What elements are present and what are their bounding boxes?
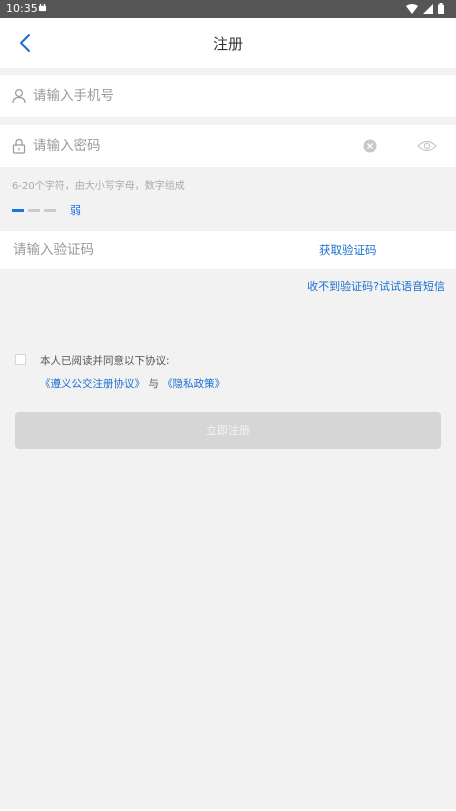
strength-label: 弱	[70, 204, 81, 217]
code-input[interactable]	[13, 231, 293, 269]
agreement-text: 本人已阅读并同意以下协议:	[40, 355, 170, 367]
password-hint: 6-20个字符，由大小写字母，数字组成	[12, 181, 185, 192]
status-time: 10:35	[6, 2, 38, 15]
password-input[interactable]	[33, 125, 333, 167]
user-icon	[12, 88, 26, 104]
agreement-separator: 与	[148, 378, 159, 390]
agreement-checkbox[interactable]	[15, 354, 26, 365]
register-button[interactable]: 立即注册	[15, 412, 441, 449]
privacy-policy-link[interactable]: 《隐私政策》	[162, 378, 225, 390]
android-notification-icon	[38, 3, 47, 12]
app-bar: 注册	[0, 18, 456, 68]
register-agreement-link[interactable]: 《遵义公交注册协议》	[40, 378, 145, 390]
clear-icon[interactable]	[363, 139, 377, 153]
agreement-links: 《遵义公交注册协议》 与 《隐私政策》	[40, 376, 225, 391]
page-title: 注册	[212, 35, 243, 53]
wifi-icon	[406, 3, 418, 14]
strength-bar-2	[28, 208, 40, 212]
strength-bar-3	[44, 208, 56, 212]
battery-icon	[438, 3, 444, 14]
code-row: 获取验证码	[0, 231, 456, 269]
password-strength-meter: 弱	[12, 202, 81, 218]
strength-bar-1	[12, 208, 24, 212]
eye-icon[interactable]	[417, 139, 437, 153]
phone-input[interactable]	[33, 75, 333, 117]
status-bar: 10:35	[0, 0, 456, 18]
phone-row	[0, 75, 456, 117]
voice-sms-link[interactable]: 收不到验证码?试试语音短信	[307, 278, 445, 294]
password-row	[0, 125, 456, 167]
signal-icon	[423, 3, 433, 14]
get-code-button[interactable]: 获取验证码	[319, 242, 377, 258]
status-icons	[406, 3, 444, 14]
lock-icon	[12, 138, 26, 154]
